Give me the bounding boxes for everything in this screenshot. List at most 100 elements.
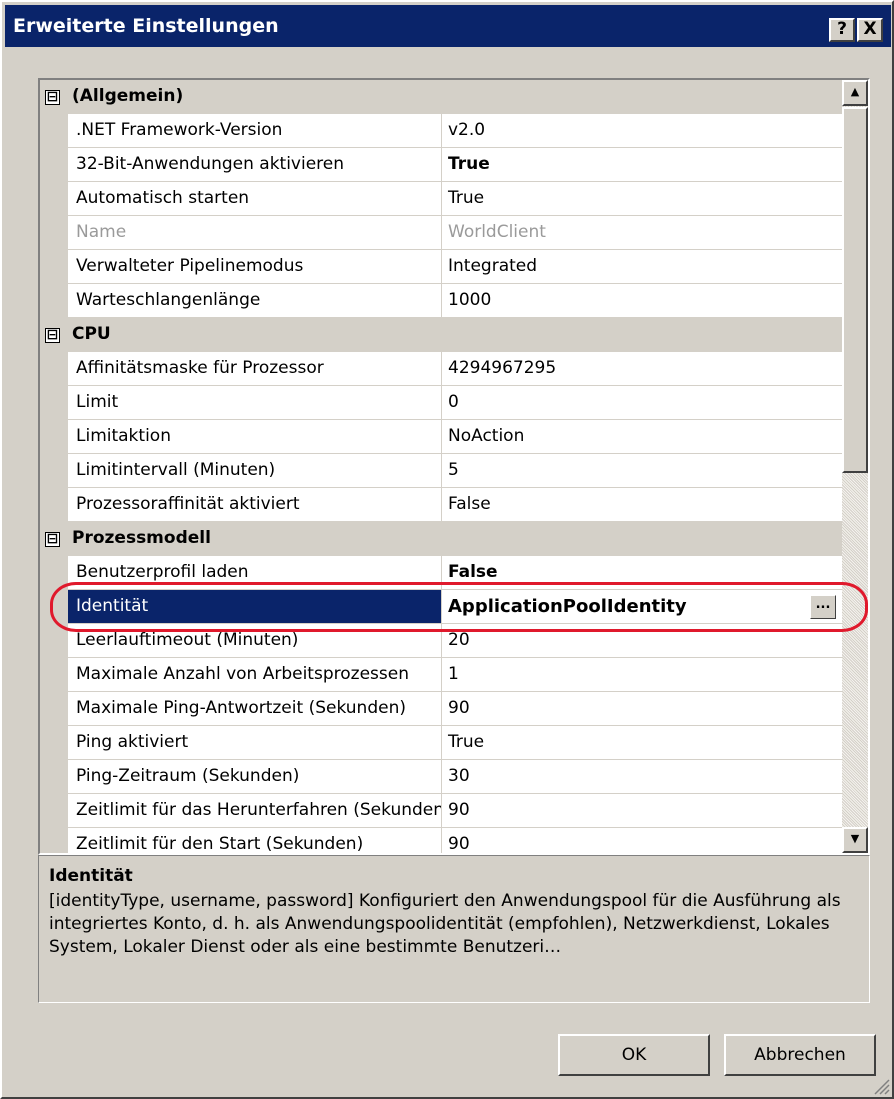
resize-grip-icon[interactable] (870, 1075, 890, 1095)
property-name[interactable]: Limit (68, 386, 442, 420)
property-value[interactable]: ApplicationPoolIdentity... (442, 590, 842, 624)
property-value[interactable]: 90 (442, 828, 842, 853)
row-gutter (40, 250, 68, 284)
row-gutter (40, 488, 68, 522)
close-button[interactable]: X (857, 18, 883, 42)
property-value[interactable]: Integrated (442, 250, 842, 284)
property-name[interactable]: Verwalteter Pipelinemodus (68, 250, 442, 284)
property-row[interactable]: Limit 0 (40, 386, 842, 420)
category-label: Prozessmodell (72, 528, 211, 548)
row-gutter (40, 658, 68, 692)
property-row[interactable]: Zeitlimit für das Herunterfahren (Sekund… (40, 794, 842, 828)
property-value[interactable]: True (442, 182, 842, 216)
property-name[interactable]: Leerlauftimeout (Minuten) (68, 624, 442, 658)
ok-button[interactable]: OK (558, 1034, 710, 1076)
row-gutter (40, 590, 68, 624)
property-row[interactable]: Automatisch starten True (40, 182, 842, 216)
title-bar[interactable]: Erweiterte Einstellungen ? X (5, 5, 891, 47)
property-row[interactable]: Name WorldClient (40, 216, 842, 250)
property-name[interactable]: Prozessoraffinität aktiviert (68, 488, 442, 522)
property-row[interactable]: Zeitlimit für den Start (Sekunden) 90 (40, 828, 842, 853)
property-name[interactable]: Benutzerprofil laden (68, 556, 442, 590)
collapse-toggle-icon[interactable]: ⊟ (45, 90, 60, 105)
property-value[interactable]: 4294967295 (442, 352, 842, 386)
property-row[interactable]: Prozessoraffinität aktiviert False (40, 488, 842, 522)
property-value[interactable]: 0 (442, 386, 842, 420)
property-value[interactable]: 30 (442, 760, 842, 794)
row-gutter (40, 760, 68, 794)
property-row-selected[interactable]: Identität ApplicationPoolIdentity... (40, 590, 842, 624)
property-value[interactable]: NoAction (442, 420, 842, 454)
property-value[interactable]: WorldClient (442, 216, 842, 250)
property-value[interactable]: 90 (442, 692, 842, 726)
property-name[interactable]: Maximale Anzahl von Arbeitsprozessen (68, 658, 442, 692)
collapse-toggle-icon[interactable]: ⊟ (45, 532, 60, 547)
property-value[interactable]: 1 (442, 658, 842, 692)
property-value[interactable]: 5 (442, 454, 842, 488)
row-gutter (40, 556, 68, 590)
row-gutter (40, 182, 68, 216)
property-row[interactable]: Verwalteter Pipelinemodus Integrated (40, 250, 842, 284)
property-row[interactable]: Maximale Ping-Antwortzeit (Sekunden) 90 (40, 692, 842, 726)
property-name[interactable]: Maximale Ping-Antwortzeit (Sekunden) (68, 692, 442, 726)
property-name[interactable]: Affinitätsmaske für Prozessor (68, 352, 442, 386)
row-gutter (40, 692, 68, 726)
collapse-toggle-icon[interactable]: ⊟ (45, 328, 60, 343)
property-value[interactable]: 90 (442, 794, 842, 828)
row-gutter (40, 216, 68, 250)
property-row[interactable]: 32-Bit-Anwendungen aktivieren True (40, 148, 842, 182)
description-panel: Identität [identityType, username, passw… (38, 855, 870, 1003)
category-row[interactable]: ⊟ CPU (40, 318, 842, 352)
property-name[interactable]: 32-Bit-Anwendungen aktivieren (68, 148, 442, 182)
property-row[interactable]: Benutzerprofil laden False (40, 556, 842, 590)
description-text: [identityType, username, password] Konfi… (49, 891, 841, 957)
category-row[interactable]: ⊟ (Allgemein) (40, 80, 842, 114)
row-gutter (40, 352, 68, 386)
property-name[interactable]: Ping aktiviert (68, 726, 442, 760)
property-value[interactable]: 20 (442, 624, 842, 658)
category-label: (Allgemein) (72, 86, 184, 106)
property-name[interactable]: Limitintervall (Minuten) (68, 454, 442, 488)
property-name[interactable]: .NET Framework-Version (68, 114, 442, 148)
row-gutter (40, 114, 68, 148)
window-title: Erweiterte Einstellungen (13, 15, 279, 37)
property-grid-rows: ⊟ (Allgemein) .NET Framework-Version v2.0 32… (40, 80, 842, 853)
property-value[interactable]: v2.0 (442, 114, 842, 148)
property-value[interactable]: True (442, 726, 842, 760)
vertical-scrollbar[interactable]: ▲ ▼ (842, 80, 868, 853)
property-value[interactable]: True (442, 148, 842, 182)
property-row[interactable]: Ping-Zeitraum (Sekunden) 30 (40, 760, 842, 794)
arrow-down-icon: ▼ (850, 832, 860, 845)
scroll-thumb[interactable] (842, 107, 868, 473)
row-gutter (40, 454, 68, 488)
property-row[interactable]: Maximale Anzahl von Arbeitsprozessen 1 (40, 658, 842, 692)
property-name[interactable]: Zeitlimit für das Herunterfahren (Sekund… (68, 794, 442, 828)
property-name[interactable]: Warteschlangenlänge (68, 284, 442, 318)
property-name[interactable]: Name (68, 216, 442, 250)
row-gutter (40, 420, 68, 454)
row-gutter (40, 284, 68, 318)
property-name[interactable]: Automatisch starten (68, 182, 442, 216)
property-row[interactable]: Leerlauftimeout (Minuten) 20 (40, 624, 842, 658)
cancel-button[interactable]: Abbrechen (724, 1034, 876, 1076)
ellipsis-button[interactable]: ... (810, 595, 836, 619)
property-name[interactable]: Ping-Zeitraum (Sekunden) (68, 760, 442, 794)
property-name[interactable]: Limitaktion (68, 420, 442, 454)
property-row[interactable]: .NET Framework-Version v2.0 (40, 114, 842, 148)
help-button[interactable]: ? (829, 18, 855, 42)
property-row[interactable]: Affinitätsmaske für Prozessor 4294967295 (40, 352, 842, 386)
category-row[interactable]: ⊟ Prozessmodell (40, 522, 842, 556)
property-row[interactable]: Ping aktiviert True (40, 726, 842, 760)
property-row[interactable]: Warteschlangenlänge 1000 (40, 284, 842, 318)
property-value[interactable]: 1000 (442, 284, 842, 318)
property-name[interactable]: Zeitlimit für den Start (Sekunden) (68, 828, 442, 853)
scroll-up-button[interactable]: ▲ (842, 80, 868, 106)
property-row[interactable]: Limitintervall (Minuten) 5 (40, 454, 842, 488)
row-gutter (40, 726, 68, 760)
property-name[interactable]: Identität (68, 590, 442, 624)
property-value[interactable]: False (442, 488, 842, 522)
property-row[interactable]: Limitaktion NoAction (40, 420, 842, 454)
scroll-down-button[interactable]: ▼ (842, 827, 868, 853)
property-value[interactable]: False (442, 556, 842, 590)
row-gutter (40, 386, 68, 420)
